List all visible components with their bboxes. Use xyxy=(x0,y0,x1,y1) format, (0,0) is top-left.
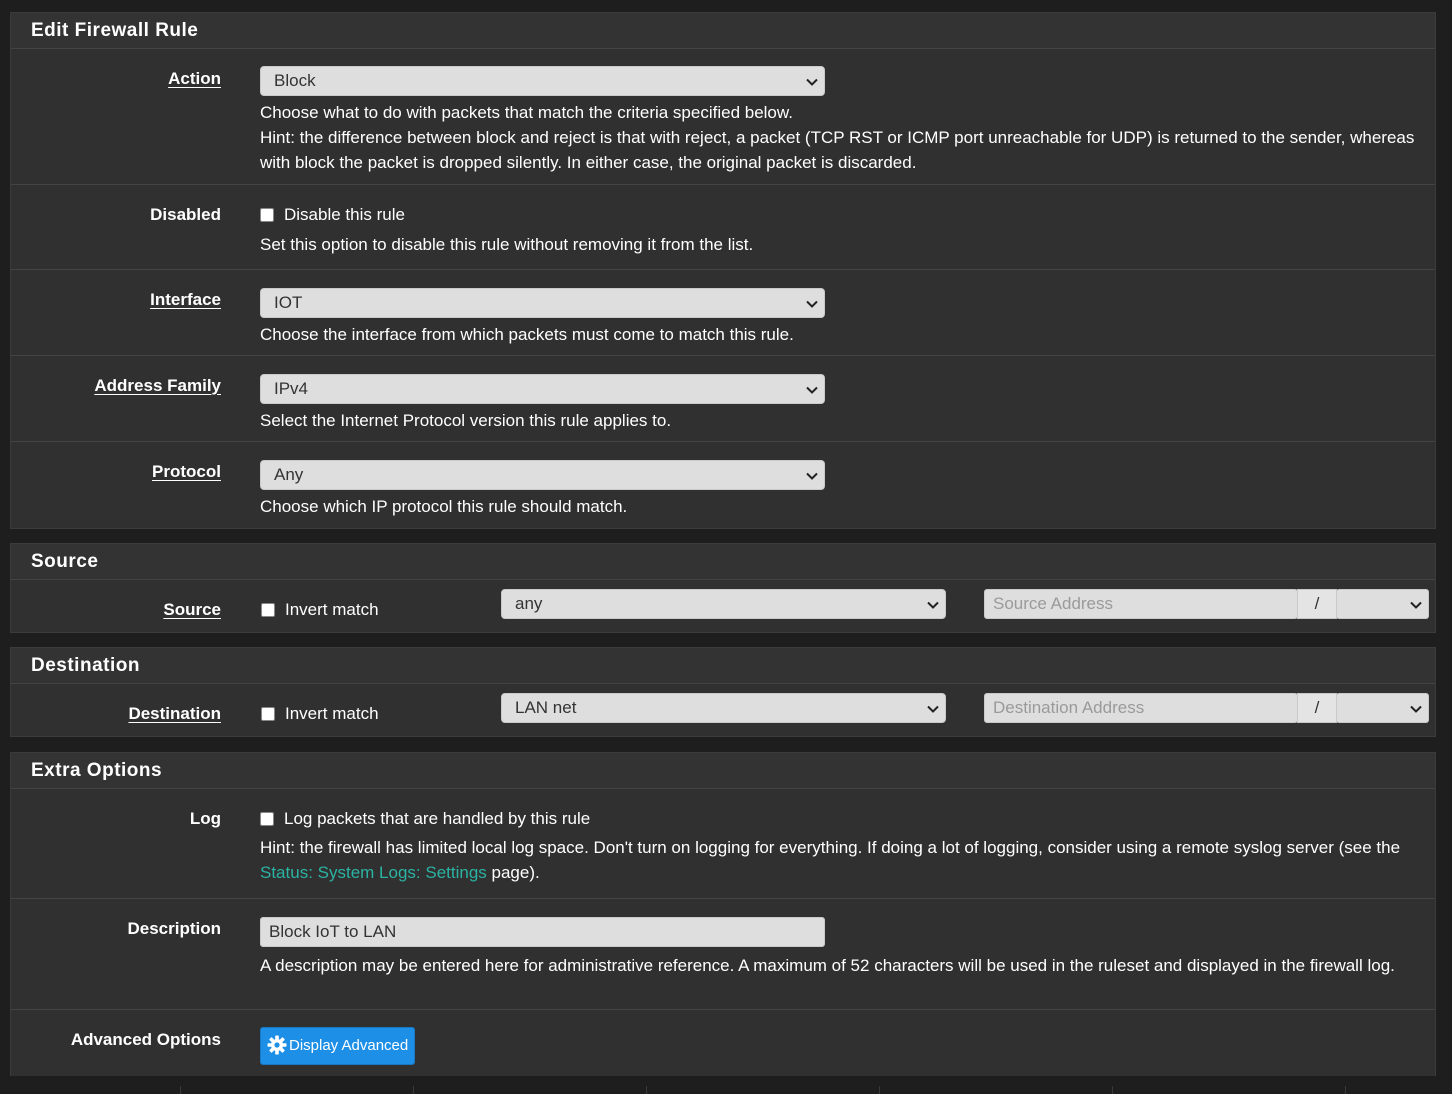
source-invert-label: Invert match xyxy=(285,600,379,619)
chevron-down-icon xyxy=(806,300,818,308)
display-advanced-button[interactable]: Display Advanced xyxy=(260,1027,416,1065)
action-value: Block xyxy=(274,71,316,90)
advanced-options-row: Advanced Options Display Advanced xyxy=(11,1010,1435,1076)
log-checkbox[interactable] xyxy=(260,812,274,826)
action-select[interactable]: Block xyxy=(260,66,825,96)
log-row: Log Log packets that are handled by this… xyxy=(11,789,1435,899)
table-divider xyxy=(1345,1086,1346,1094)
edit-rule-heading: Edit Firewall Rule xyxy=(11,13,1435,49)
destination-mask-select[interactable] xyxy=(1336,693,1429,723)
chevron-down-icon xyxy=(806,386,818,394)
chevron-down-icon xyxy=(806,78,818,86)
disable-rule-checkbox[interactable] xyxy=(260,208,274,222)
source-panel: Source Source Invert match any Source Ad… xyxy=(10,543,1436,633)
destination-panel: Destination Destination Invert match LAN… xyxy=(10,647,1436,737)
action-label[interactable]: Action xyxy=(21,69,221,89)
system-logs-settings-link[interactable]: Status: System Logs: Settings xyxy=(260,863,487,882)
address-family-row: Address Family IPv4 Select the Internet … xyxy=(11,356,1435,442)
source-label[interactable]: Source xyxy=(21,600,221,620)
gear-icon xyxy=(267,1035,287,1055)
interface-label[interactable]: Interface xyxy=(21,290,221,310)
disable-rule-checkbox-label: Disable this rule xyxy=(284,205,405,224)
address-family-help: Select the Internet Protocol version thi… xyxy=(260,411,672,430)
destination-address-input[interactable]: Destination Address xyxy=(984,693,1298,723)
chevron-down-icon xyxy=(927,705,939,713)
extra-options-heading: Extra Options xyxy=(11,753,1435,789)
destination-type-select[interactable]: LAN net xyxy=(501,693,946,723)
source-address-input[interactable]: Source Address xyxy=(984,589,1298,619)
disabled-row: Disabled Disable this rule Set this opti… xyxy=(11,185,1435,270)
log-help-text: Hint: the firewall has limited local log… xyxy=(260,838,1401,857)
interface-value: IOT xyxy=(274,293,303,312)
destination-row: Destination Invert match LAN net Destina… xyxy=(11,684,1435,736)
destination-invert-label: Invert match xyxy=(285,704,379,723)
chevron-down-icon xyxy=(1410,705,1422,713)
description-help: A description may be entered here for ad… xyxy=(260,956,1395,975)
destination-invert-checkbox[interactable] xyxy=(261,707,275,721)
table-divider xyxy=(413,1086,414,1094)
source-invert-checkbox[interactable] xyxy=(261,603,275,617)
firewall-rule-page: Edit Firewall Rule Action Block Choose w… xyxy=(0,0,1452,1094)
chevron-down-icon xyxy=(806,472,818,480)
destination-type-value: LAN net xyxy=(515,698,577,717)
description-input[interactable]: Block IoT to LAN xyxy=(260,917,825,947)
extra-options-panel: Extra Options Log Log packets that are h… xyxy=(10,752,1436,1076)
address-family-select[interactable]: IPv4 xyxy=(260,374,825,404)
log-label: Log xyxy=(189,809,221,828)
log-checkbox-label: Log packets that are handled by this rul… xyxy=(284,809,591,828)
chevron-down-icon xyxy=(1410,601,1422,609)
table-divider xyxy=(879,1086,880,1094)
display-advanced-label: Display Advanced xyxy=(289,1037,409,1054)
destination-slash: / xyxy=(1297,693,1337,723)
log-help: Hint: the firewall has limited local log… xyxy=(260,835,1415,885)
source-heading: Source xyxy=(11,544,1435,580)
protocol-value: Any xyxy=(274,465,304,484)
table-divider xyxy=(1112,1086,1113,1094)
interface-row: Interface IOT Choose the interface from … xyxy=(11,270,1435,356)
address-family-value: IPv4 xyxy=(274,379,309,398)
interface-help: Choose the interface from which packets … xyxy=(260,325,794,344)
edit-rule-panel: Edit Firewall Rule Action Block Choose w… xyxy=(10,12,1436,529)
action-help: Choose what to do with packets that matc… xyxy=(260,103,793,122)
source-row: Source Invert match any Source Address / xyxy=(11,580,1435,632)
advanced-options-label: Advanced Options xyxy=(70,1030,221,1049)
table-divider xyxy=(646,1086,647,1094)
protocol-help: Choose which IP protocol this rule shoul… xyxy=(260,497,628,516)
source-mask-select[interactable] xyxy=(1336,589,1429,619)
disabled-help: Set this option to disable this rule wit… xyxy=(260,235,754,254)
source-type-value: any xyxy=(515,594,543,613)
source-type-select[interactable]: any xyxy=(501,589,946,619)
action-row: Action Block Choose what to do with pack… xyxy=(11,49,1435,185)
source-slash: / xyxy=(1297,589,1337,619)
interface-select[interactable]: IOT xyxy=(260,288,825,318)
protocol-row: Protocol Any Choose which IP protocol th… xyxy=(11,442,1435,528)
address-family-label[interactable]: Address Family xyxy=(21,376,221,396)
protocol-select[interactable]: Any xyxy=(260,460,825,490)
table-divider xyxy=(180,1086,181,1094)
log-help-suffix: page). xyxy=(486,863,540,882)
protocol-label[interactable]: Protocol xyxy=(21,462,221,482)
description-label: Description xyxy=(127,919,221,938)
disabled-label: Disabled xyxy=(150,205,221,224)
chevron-down-icon xyxy=(927,601,939,609)
description-row: Description Block IoT to LAN A descripti… xyxy=(11,899,1435,1010)
destination-label[interactable]: Destination xyxy=(21,704,221,724)
bottom-table-edge xyxy=(0,1084,1452,1094)
action-hint: Hint: the difference between block and r… xyxy=(260,128,1415,172)
destination-heading: Destination xyxy=(11,648,1435,684)
